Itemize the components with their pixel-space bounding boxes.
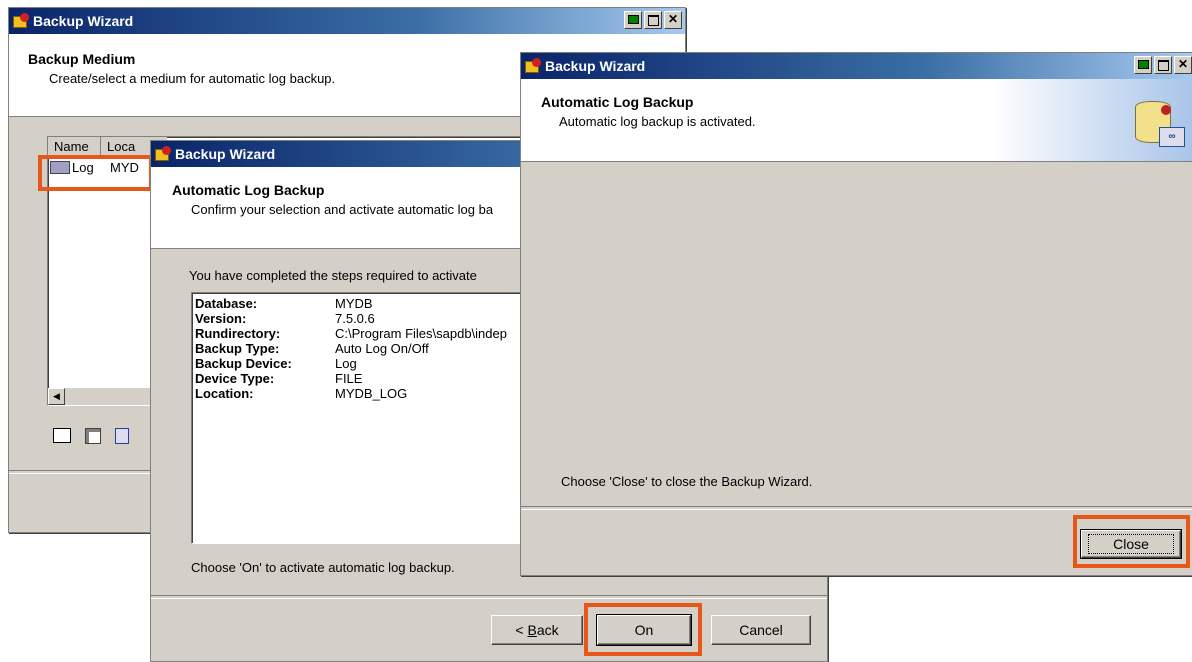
column-header-name[interactable]: Name: [48, 137, 101, 157]
monitor-icon[interactable]: [624, 11, 642, 29]
tape-device-icon: [50, 160, 70, 174]
summary-value: C:\Program Files\sapdb\indep: [335, 326, 507, 341]
medium-location: MYD: [110, 159, 139, 175]
list-toolbar: [53, 428, 129, 444]
title-bar[interactable]: Backup Wizard ✕: [9, 8, 685, 34]
summary-row: Backup Device: Log: [195, 356, 507, 371]
backup-wizard-app-icon: [13, 13, 31, 29]
page-title: Backup Medium: [28, 51, 136, 67]
maximize-button[interactable]: [644, 11, 662, 29]
summary-value: Log: [335, 356, 357, 371]
summary-value: MYDB_LOG: [335, 386, 408, 401]
cancel-label: Cancel: [739, 622, 783, 638]
divider: [151, 595, 827, 599]
summary-key: Location:: [195, 386, 254, 401]
close-window-button[interactable]: ✕: [664, 11, 682, 29]
summary-value: MYDB: [335, 296, 373, 311]
database-backup-icon: ∞: [1129, 87, 1185, 153]
medium-name: Log: [72, 159, 94, 175]
summary-table: Database: MYDB Version: 7.5.0.6 Rundirectory…: [195, 296, 507, 401]
window-title: Backup Wizard: [33, 13, 134, 29]
summary-row: Location: MYDB_LOG: [195, 386, 507, 401]
on-button[interactable]: On: [596, 614, 692, 646]
divider: [521, 506, 1192, 510]
summary-key: Rundirectory:: [195, 326, 281, 341]
maximize-button[interactable]: [1154, 56, 1172, 74]
back-button[interactable]: < Back: [491, 615, 583, 645]
copy-icon[interactable]: [115, 428, 129, 444]
close-label: Close: [1088, 534, 1174, 554]
summary-key: Device Type:: [195, 371, 275, 386]
summary-value: Auto Log On/Off: [335, 341, 429, 356]
summary-key: Backup Type:: [195, 341, 280, 356]
summary-row: Rundirectory: C:\Program Files\sapdb\inde…: [195, 326, 507, 341]
footer-text: Choose 'Close' to close the Backup Wizar…: [561, 474, 813, 489]
summary-value: 7.5.0.6: [335, 311, 375, 326]
page-title: Automatic Log Backup: [541, 94, 694, 110]
on-label: On: [634, 622, 654, 638]
summary-key: Database:: [195, 296, 258, 311]
summary-row: Version: 7.5.0.6: [195, 311, 507, 326]
title-bar[interactable]: Backup Wizard ✕: [521, 53, 1192, 79]
close-window-button[interactable]: ✕: [1174, 56, 1192, 74]
summary-row: Device Type: FILE: [195, 371, 507, 386]
window-title: Backup Wizard: [545, 58, 646, 74]
properties-icon[interactable]: [85, 428, 101, 444]
back-prefix: <: [515, 622, 528, 638]
summary-key: Version:: [195, 311, 247, 326]
back-mnemonic: B: [527, 622, 537, 638]
activated-window: Backup Wizard ✕ Automatic Log Backup Aut…: [520, 52, 1192, 576]
summary-row: Database: MYDB: [195, 296, 507, 311]
list-item[interactable]: Log MYD: [50, 159, 139, 175]
monitor-icon[interactable]: [1134, 56, 1152, 74]
summary-value: FILE: [335, 371, 363, 386]
scroll-left-button[interactable]: ◀: [48, 388, 65, 405]
page-subtitle: Automatic log backup is activated.: [559, 114, 756, 129]
page-subtitle: Create/select a medium for automatic log…: [49, 71, 336, 86]
backup-wizard-app-icon: [155, 146, 173, 162]
new-medium-icon[interactable]: [53, 428, 71, 443]
window-title: Backup Wizard: [175, 146, 276, 162]
page-subtitle: Confirm your selection and activate auto…: [191, 202, 494, 217]
cancel-button[interactable]: Cancel: [711, 615, 811, 645]
back-rest: ack: [536, 622, 559, 638]
close-button[interactable]: Close: [1080, 529, 1182, 559]
backup-wizard-app-icon: [525, 58, 543, 74]
wizard-header: Automatic Log Backup Automatic log backu…: [521, 79, 1192, 162]
summary-row: Backup Type: Auto Log On/Off: [195, 341, 507, 356]
page-title: Automatic Log Backup: [172, 182, 325, 198]
footer-text: Choose 'On' to activate automatic log ba…: [191, 560, 455, 575]
summary-key: Backup Device:: [195, 356, 292, 371]
intro-text: You have completed the steps required to…: [189, 268, 477, 283]
